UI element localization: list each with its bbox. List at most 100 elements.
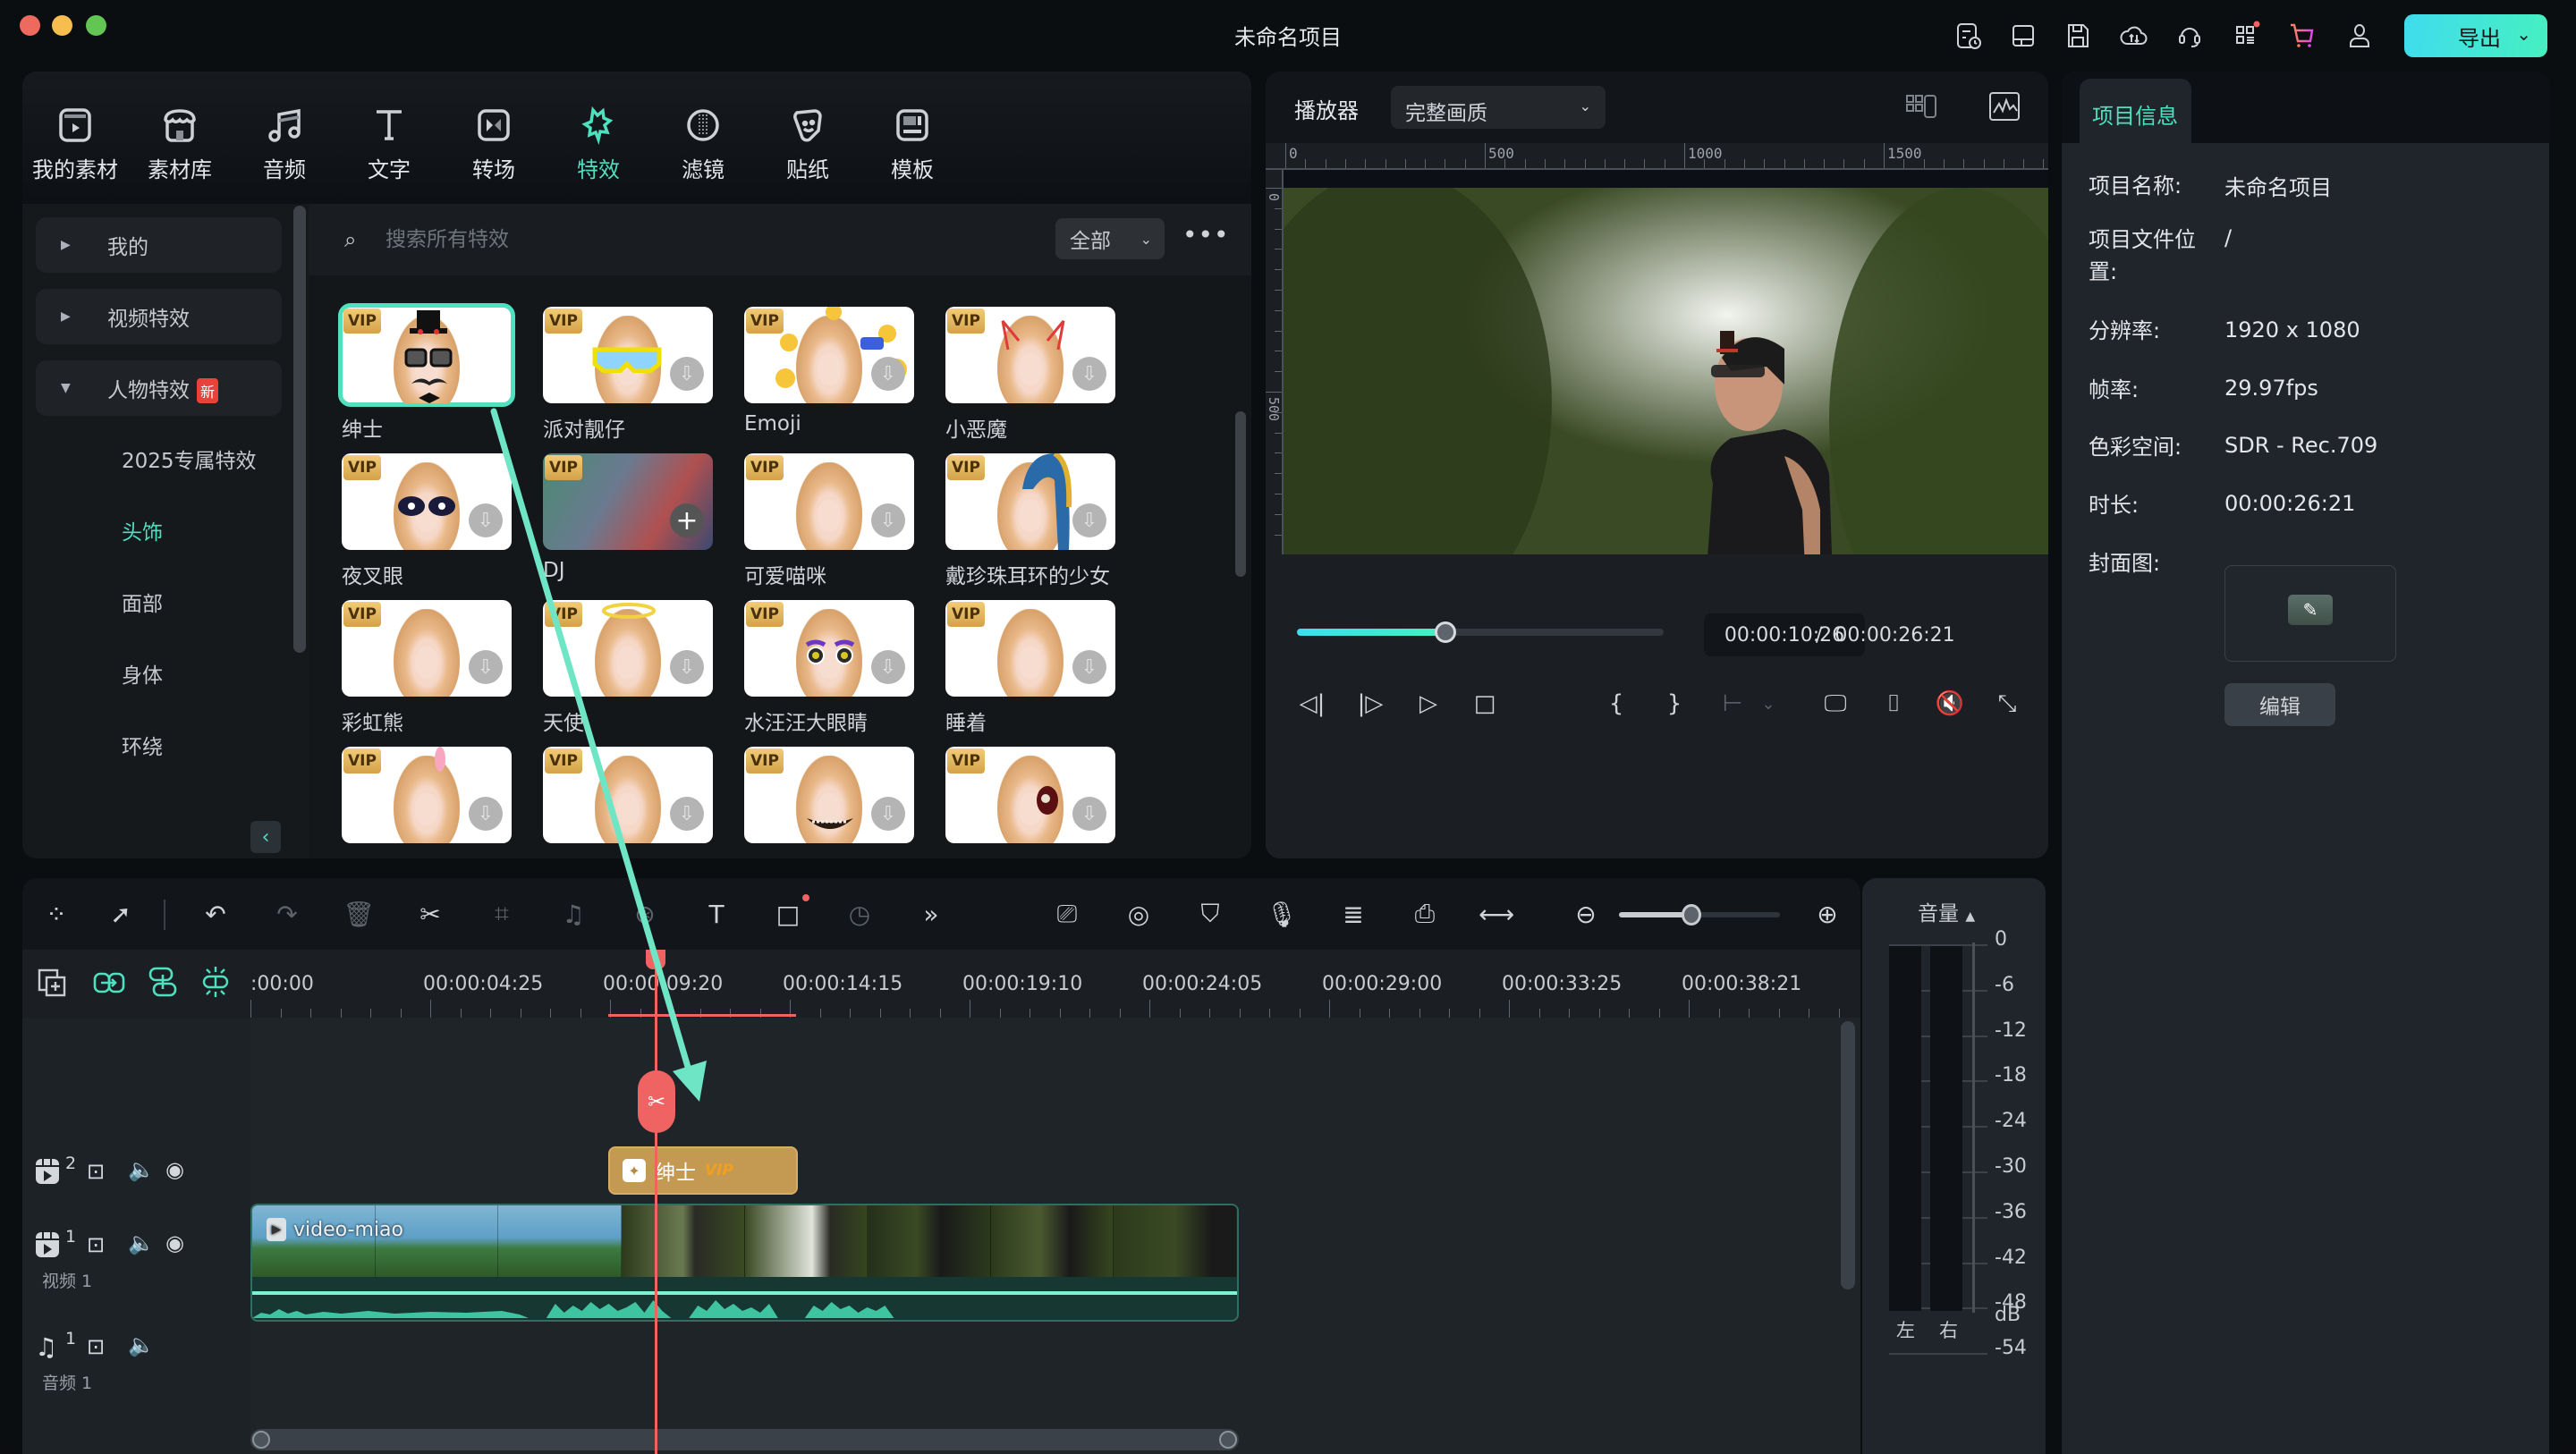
voiceover-icon[interactable]: 🎙 bbox=[1266, 898, 1298, 930]
pencil-icon[interactable]: ✎ bbox=[2288, 595, 2333, 625]
effect-thumbnail[interactable]: VIP ⇩ bbox=[945, 307, 1115, 403]
stop-icon[interactable]: □ bbox=[1470, 689, 1500, 719]
select-tool-icon[interactable]: ➚ bbox=[105, 898, 137, 930]
filter-dropdown[interactable]: 全部 ⌄ bbox=[1055, 218, 1165, 259]
subcategory-headwear[interactable]: 头饰 bbox=[122, 515, 163, 545]
save-icon[interactable] bbox=[2062, 20, 2094, 52]
download-icon[interactable]: ⇩ bbox=[469, 503, 503, 537]
subcategory-surround[interactable]: 环绕 bbox=[122, 730, 163, 760]
clip-volume-line[interactable] bbox=[252, 1291, 1237, 1295]
display-icon[interactable]: 🖵 bbox=[1820, 689, 1851, 719]
link-icon[interactable] bbox=[92, 969, 126, 996]
mark-in-icon[interactable]: { bbox=[1601, 689, 1631, 719]
effect-thumbnail[interactable]: VIP ⇩ bbox=[744, 600, 914, 697]
shape-tool-icon[interactable]: □ bbox=[772, 898, 804, 930]
snapshot-icon[interactable]: ⌷ bbox=[1878, 689, 1909, 719]
effect-thumbnail[interactable]: VIP bbox=[338, 303, 515, 407]
search-input[interactable] bbox=[386, 220, 833, 259]
edit-cover-button[interactable]: 编辑 bbox=[2224, 683, 2335, 726]
download-icon[interactable]: ⇩ bbox=[871, 503, 905, 537]
scroll-handle-right[interactable] bbox=[1219, 1431, 1237, 1449]
effect-thumbnail[interactable]: VIP ⇩ bbox=[543, 747, 713, 843]
effect-thumbnail[interactable]: VIP ⇩ bbox=[543, 600, 713, 697]
effect-card[interactable]: VIP ⇩ 裂口 bbox=[744, 747, 914, 858]
zoom-slider-handle[interactable] bbox=[1682, 904, 1701, 926]
mark-out-icon[interactable]: } bbox=[1659, 689, 1690, 719]
cover-image[interactable]: ✎ bbox=[2224, 565, 2396, 662]
tab-filter[interactable]: 滤镜 bbox=[654, 104, 752, 183]
effect-card[interactable]: VIP ⇩ 眼球 bbox=[945, 747, 1115, 858]
text-tool-icon[interactable]: T bbox=[700, 898, 733, 930]
play-icon[interactable]: ▷ bbox=[1413, 689, 1444, 719]
headset-icon[interactable] bbox=[2174, 20, 2206, 52]
tab-project-info[interactable]: 项目信息 bbox=[2080, 79, 2191, 143]
category-my[interactable]: ▶ 我的 bbox=[36, 217, 282, 273]
more-tools-icon[interactable]: » bbox=[915, 898, 947, 930]
lock-icon[interactable]: ⊡ bbox=[87, 1159, 105, 1184]
category-people-effects[interactable]: ▼ 人物特效新 bbox=[36, 360, 282, 416]
tab-sticker[interactable]: 贴纸 bbox=[758, 104, 857, 183]
download-icon[interactable]: ⇩ bbox=[1072, 357, 1106, 391]
meter-title[interactable]: 音量 ▲ bbox=[1918, 896, 1975, 926]
effect-card[interactable]: VIP ⇩ 睡着 bbox=[945, 600, 1115, 736]
video-preview[interactable] bbox=[1284, 170, 2048, 554]
effect-thumbnail[interactable]: VIP ⇩ bbox=[342, 600, 512, 697]
effect-thumbnail[interactable]: VIP ⇩ bbox=[945, 747, 1115, 843]
tab-effects[interactable]: 特效 bbox=[549, 104, 648, 183]
video-clip[interactable]: ▶ video-miao bbox=[250, 1204, 1239, 1322]
effect-thumbnail[interactable]: VIP + bbox=[543, 453, 713, 550]
timeline-ruler[interactable]: :00:00 00:00:04:25 00:00:09:20 00:00:14:15 0… bbox=[22, 950, 1929, 1018]
download-icon[interactable]: ⇩ bbox=[469, 797, 503, 831]
account-icon[interactable] bbox=[2343, 20, 2376, 52]
delete-icon[interactable]: 🗑 bbox=[343, 898, 375, 930]
task-list-icon[interactable] bbox=[1953, 20, 1985, 52]
next-frame-icon[interactable]: |▷ bbox=[1355, 689, 1385, 719]
collapse-sidebar-button[interactable]: ‹ bbox=[250, 821, 281, 853]
playhead-line[interactable] bbox=[655, 950, 657, 1454]
crop-icon[interactable]: ⌗ bbox=[486, 898, 518, 930]
more-options-button[interactable]: ••• bbox=[1182, 220, 1230, 249]
scrubber-handle[interactable] bbox=[1435, 621, 1457, 643]
eye-icon[interactable]: ◉ bbox=[165, 1230, 184, 1255]
tab-stock-library[interactable]: 素材库 bbox=[131, 104, 229, 183]
subcategory-face[interactable]: 面部 bbox=[122, 587, 163, 617]
download-icon[interactable]: ⇩ bbox=[871, 650, 905, 684]
effect-thumbnail[interactable]: VIP ⇩ bbox=[744, 747, 914, 843]
timeline-horizontal-scrollbar[interactable] bbox=[250, 1429, 1239, 1450]
apps-icon[interactable] bbox=[2230, 20, 2262, 52]
tab-text[interactable]: 文字 bbox=[340, 104, 438, 183]
fullscreen-icon[interactable]: ⤡ bbox=[1992, 689, 2022, 719]
scopes-icon[interactable] bbox=[1988, 91, 2021, 122]
zoom-in-icon[interactable]: ⊕ bbox=[1811, 898, 1843, 930]
eye-icon[interactable]: ◉ bbox=[165, 1157, 184, 1182]
effect-card[interactable]: VIP 绅士 bbox=[338, 303, 515, 443]
scroll-handle-left[interactable] bbox=[252, 1431, 270, 1449]
zoom-out-icon[interactable]: ⊖ bbox=[1570, 898, 1602, 930]
chevron-down-icon[interactable]: ⌄ bbox=[2516, 23, 2531, 45]
speed-icon[interactable]: ◷ bbox=[843, 898, 876, 930]
tab-template[interactable]: 模板 bbox=[863, 104, 962, 183]
effect-card[interactable]: VIP ⇩ 水汪汪大眼睛 bbox=[744, 600, 914, 736]
download-icon[interactable]: ⇩ bbox=[670, 797, 704, 831]
download-icon[interactable]: ⇩ bbox=[469, 650, 503, 684]
grid-view-icon[interactable] bbox=[1905, 93, 1941, 120]
effect-card[interactable]: VIP ⇩ Emoji bbox=[744, 307, 914, 435]
tab-audio[interactable]: 音频 bbox=[235, 104, 334, 183]
download-icon[interactable]: ⇩ bbox=[1072, 650, 1106, 684]
effect-thumbnail[interactable]: VIP ⇩ bbox=[945, 453, 1115, 550]
ai-video-icon[interactable]: ⎚ bbox=[1051, 898, 1083, 930]
effect-thumbnail[interactable]: VIP ⇩ bbox=[744, 453, 914, 550]
cloud-sync-icon[interactable] bbox=[2118, 20, 2150, 52]
effect-clip[interactable]: ✦ 绅士 VIP bbox=[608, 1146, 798, 1195]
effect-card[interactable]: VIP ⇩ 彩虹熊 bbox=[342, 600, 512, 736]
effect-card[interactable]: VIP ⇩ 可爱喵咪 bbox=[744, 453, 914, 589]
effect-card[interactable]: VIP ⇩ 戴珍珠耳环的少女 bbox=[945, 453, 1115, 589]
playback-scrubber[interactable] bbox=[1297, 621, 1664, 643]
tab-transition[interactable]: 转场 bbox=[445, 104, 543, 183]
effect-thumbnail[interactable]: VIP ⇩ bbox=[945, 600, 1115, 697]
layout-icon[interactable] bbox=[2007, 20, 2039, 52]
marker-icon[interactable]: ⛉ bbox=[1194, 898, 1226, 930]
undo-icon[interactable]: ↶ bbox=[199, 898, 232, 930]
prev-frame-icon[interactable]: ◁| bbox=[1297, 689, 1327, 719]
insert-icon[interactable]: ⊢ bbox=[1717, 689, 1748, 719]
